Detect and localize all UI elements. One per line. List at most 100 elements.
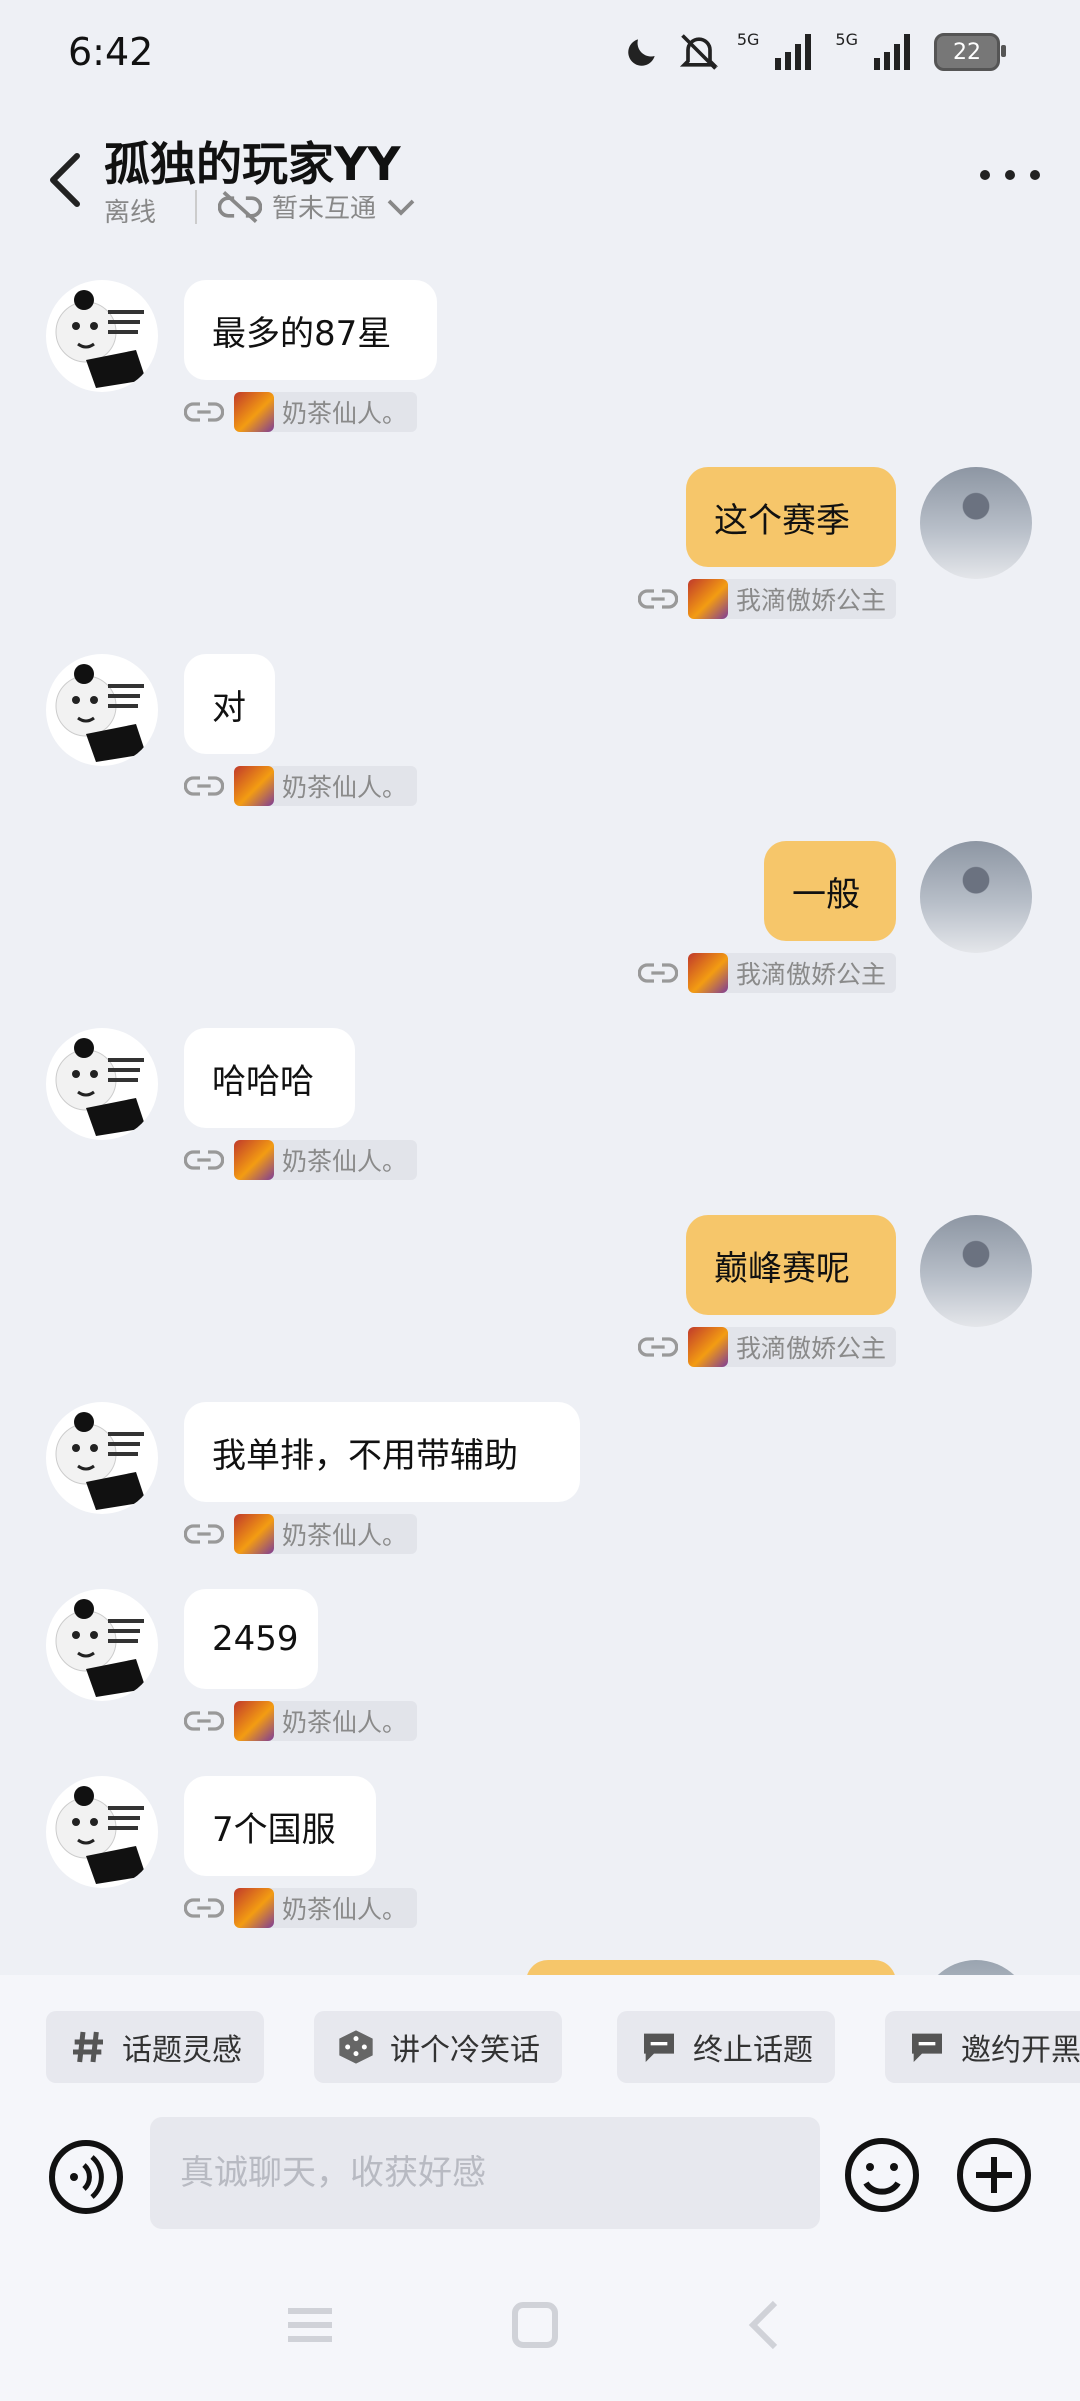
chip-label: 终止话题 (693, 2033, 813, 2068)
link-icon (637, 963, 678, 983)
link-icon (637, 589, 678, 609)
chevron-down-icon (387, 199, 415, 216)
message-meta: 我滴傲娇公主 (637, 1327, 896, 1367)
my-avatar[interactable] (920, 841, 1032, 953)
contact-name[interactable]: 孤独的玩家YY (104, 128, 401, 194)
message-bubble[interactable]: 2459 (184, 1589, 318, 1689)
chat-header: 孤独的玩家YY 离线 暂未互通 (0, 110, 1080, 240)
contact-avatar[interactable] (46, 1776, 158, 1888)
game-role-tag: 奶茶仙人。 (234, 1888, 418, 1928)
hero-thumbnail (234, 1888, 274, 1928)
link-status[interactable]: 暂未互通 (218, 188, 416, 225)
my-avatar[interactable] (920, 467, 1032, 579)
chip-label: 话题灵感 (122, 2033, 242, 2068)
game-role-tag: 奶茶仙人。 (234, 1140, 418, 1180)
hero-thumbnail (234, 1514, 274, 1554)
role-name: 我滴傲娇公主 (735, 586, 886, 615)
hero-thumbnail (687, 1327, 728, 1367)
chat-messages[interactable]: 我滴傲娇公主 最多的87星奶茶仙人。这个赛季我滴傲娇公主对奶茶仙人。一般我滴傲娇… (0, 240, 1080, 1975)
system-nav-bar (0, 2255, 1080, 2401)
game-role-tag: 奶茶仙人。 (234, 1701, 418, 1741)
message-meta: 奶茶仙人。 (184, 1701, 418, 1741)
link-icon (184, 1150, 224, 1170)
message-meta: 我滴傲娇公主 (637, 579, 896, 619)
game-role-tag: 我滴傲娇公主 (687, 579, 896, 619)
menu-icon[interactable] (280, 2295, 340, 2355)
my-avatar[interactable] (920, 1215, 1032, 1327)
hero-thumbnail (234, 766, 274, 806)
plus-icon[interactable] (954, 2135, 1034, 2215)
message-bubble-partial[interactable] (526, 1960, 896, 1975)
message-meta: 奶茶仙人。 (184, 1140, 418, 1180)
back-icon[interactable] (735, 2295, 795, 2355)
emoji-icon[interactable] (842, 2135, 922, 2215)
signal-icon (874, 34, 910, 70)
role-name: 奶茶仙人。 (282, 773, 408, 802)
message-bubble[interactable]: 最多的87星 (184, 280, 437, 380)
link-icon (184, 1711, 224, 1731)
suggestion-topic-ideas[interactable]: 话题灵感 (46, 2011, 264, 2083)
topic-suggestions: 话题灵感 讲个冷笑话 终止话题 邀约开黑 (0, 1975, 1080, 2095)
input-bar (0, 2095, 1080, 2255)
suggestion-invite-game[interactable]: 邀约开黑 (885, 2011, 1080, 2083)
chat-icon (644, 2033, 674, 2062)
suggestion-cold-joke[interactable]: 讲个冷笑话 (314, 2011, 562, 2083)
role-name: 奶茶仙人。 (282, 1895, 408, 1924)
hero-thumbnail (234, 392, 274, 432)
message-bubble[interactable]: 巅峰赛呢 (686, 1215, 896, 1315)
chip-label: 讲个冷笑话 (390, 2033, 540, 2068)
network-type-1: 5G (736, 30, 760, 49)
voice-icon[interactable] (46, 2137, 126, 2217)
more-icon[interactable] (980, 160, 1040, 190)
status-time: 6:42 (68, 30, 154, 74)
status-icons: 5G 5G 22 (623, 30, 1006, 74)
contact-avatar[interactable] (46, 1589, 158, 1701)
role-name: 奶茶仙人。 (282, 1521, 408, 1550)
game-role-tag: 奶茶仙人。 (234, 392, 418, 432)
moon-icon (628, 39, 655, 66)
signal-icon (775, 34, 812, 70)
suggestion-end-topic[interactable]: 终止话题 (617, 2011, 835, 2083)
role-name: 我滴傲娇公主 (735, 1334, 886, 1363)
chat-icon (912, 2033, 942, 2062)
contact-avatar[interactable] (46, 1028, 158, 1140)
link-icon (637, 1337, 678, 1357)
mute-bell-icon (679, 34, 718, 70)
message-input[interactable] (150, 2117, 820, 2229)
link-icon (184, 1898, 224, 1918)
back-arrow-icon[interactable] (40, 150, 90, 210)
message-bubble[interactable]: 一般 (764, 841, 896, 941)
home-icon[interactable] (505, 2295, 565, 2355)
contact-avatar[interactable] (46, 280, 158, 392)
presence-status: 离线 (104, 198, 157, 228)
role-name: 奶茶仙人。 (282, 1147, 408, 1176)
link-icon (184, 402, 224, 422)
hero-thumbnail (234, 1140, 274, 1180)
link-icon (184, 776, 224, 796)
message-bubble[interactable]: 对 (184, 654, 275, 754)
contact-avatar[interactable] (46, 654, 158, 766)
hero-thumbnail (234, 1701, 274, 1741)
divider (195, 190, 197, 224)
contact-avatar[interactable] (46, 1402, 158, 1514)
link-icon (184, 1524, 224, 1544)
message-bubble[interactable]: 哈哈哈 (184, 1028, 355, 1128)
game-role-tag: 我滴傲娇公主 (687, 953, 896, 993)
message-meta: 我滴傲娇公主 (637, 953, 896, 993)
role-name: 奶茶仙人。 (282, 399, 408, 428)
message-bubble[interactable]: 我单排，不用带辅助 (184, 1402, 580, 1502)
dice-icon (339, 2030, 373, 2064)
message-bubble[interactable]: 这个赛季 (686, 467, 896, 567)
message-meta: 奶茶仙人。 (184, 392, 418, 432)
role-name: 我滴傲娇公主 (735, 960, 886, 989)
status-bar: 6:42 5G 5G 22 (0, 0, 1080, 110)
message-bubble[interactable]: 7个国服 (184, 1776, 376, 1876)
hero-thumbnail (687, 953, 728, 993)
my-avatar[interactable] (920, 1960, 1032, 1975)
game-role-tag: 奶茶仙人。 (234, 1514, 418, 1554)
link-status-label: 暂未互通 (272, 194, 377, 224)
hash-icon (73, 2031, 103, 2063)
message-meta: 奶茶仙人。 (184, 1514, 418, 1554)
unlink-icon (218, 190, 262, 223)
chip-label: 邀约开黑 (961, 2033, 1080, 2068)
